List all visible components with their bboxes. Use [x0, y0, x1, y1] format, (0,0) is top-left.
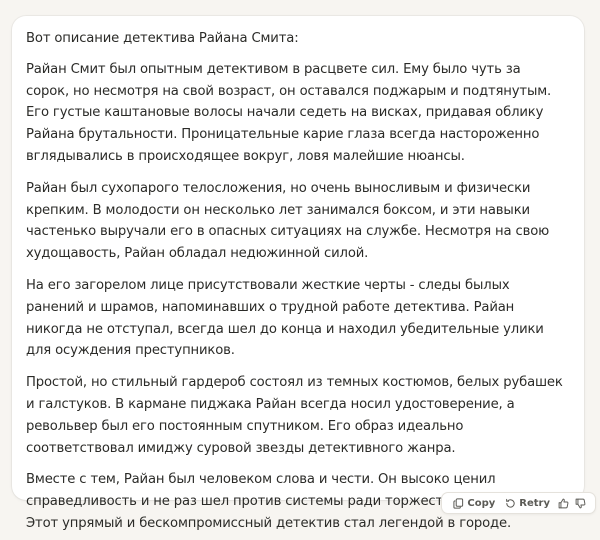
- copy-button[interactable]: Copy: [448, 493, 500, 513]
- message-paragraph: Райан Смит был опытным детективом в расц…: [26, 61, 552, 164]
- message-intro: Вот описание детектива Райана Смита:: [26, 31, 299, 46]
- thumbs-down-icon: [575, 498, 586, 509]
- thumbs-down-button[interactable]: [572, 493, 589, 513]
- retry-button-label: Retry: [519, 497, 550, 509]
- thumbs-up-icon: [558, 498, 569, 509]
- message-paragraph: Райан был сухопарого телосложения, но оч…: [26, 180, 550, 262]
- message-body: Вот описание детектива Райана Смита: Рай…: [26, 28, 564, 535]
- chat-page: Вот описание детектива Райана Смита: Рай…: [0, 0, 600, 540]
- copy-icon: [453, 497, 464, 509]
- message-paragraph: Простой, но стильный гардероб состоял из…: [26, 375, 563, 456]
- assistant-message: Вот описание детектива Райана Смита: Рай…: [12, 16, 584, 531]
- thumbs-up-button[interactable]: [555, 493, 572, 513]
- copy-button-label: Copy: [467, 497, 496, 509]
- message-paragraph: На его загорелом лице присутствовали жес…: [26, 277, 544, 359]
- retry-button[interactable]: Retry: [500, 493, 555, 513]
- retry-icon: [505, 498, 516, 509]
- message-actions-bar: Copy Retry: [441, 492, 596, 514]
